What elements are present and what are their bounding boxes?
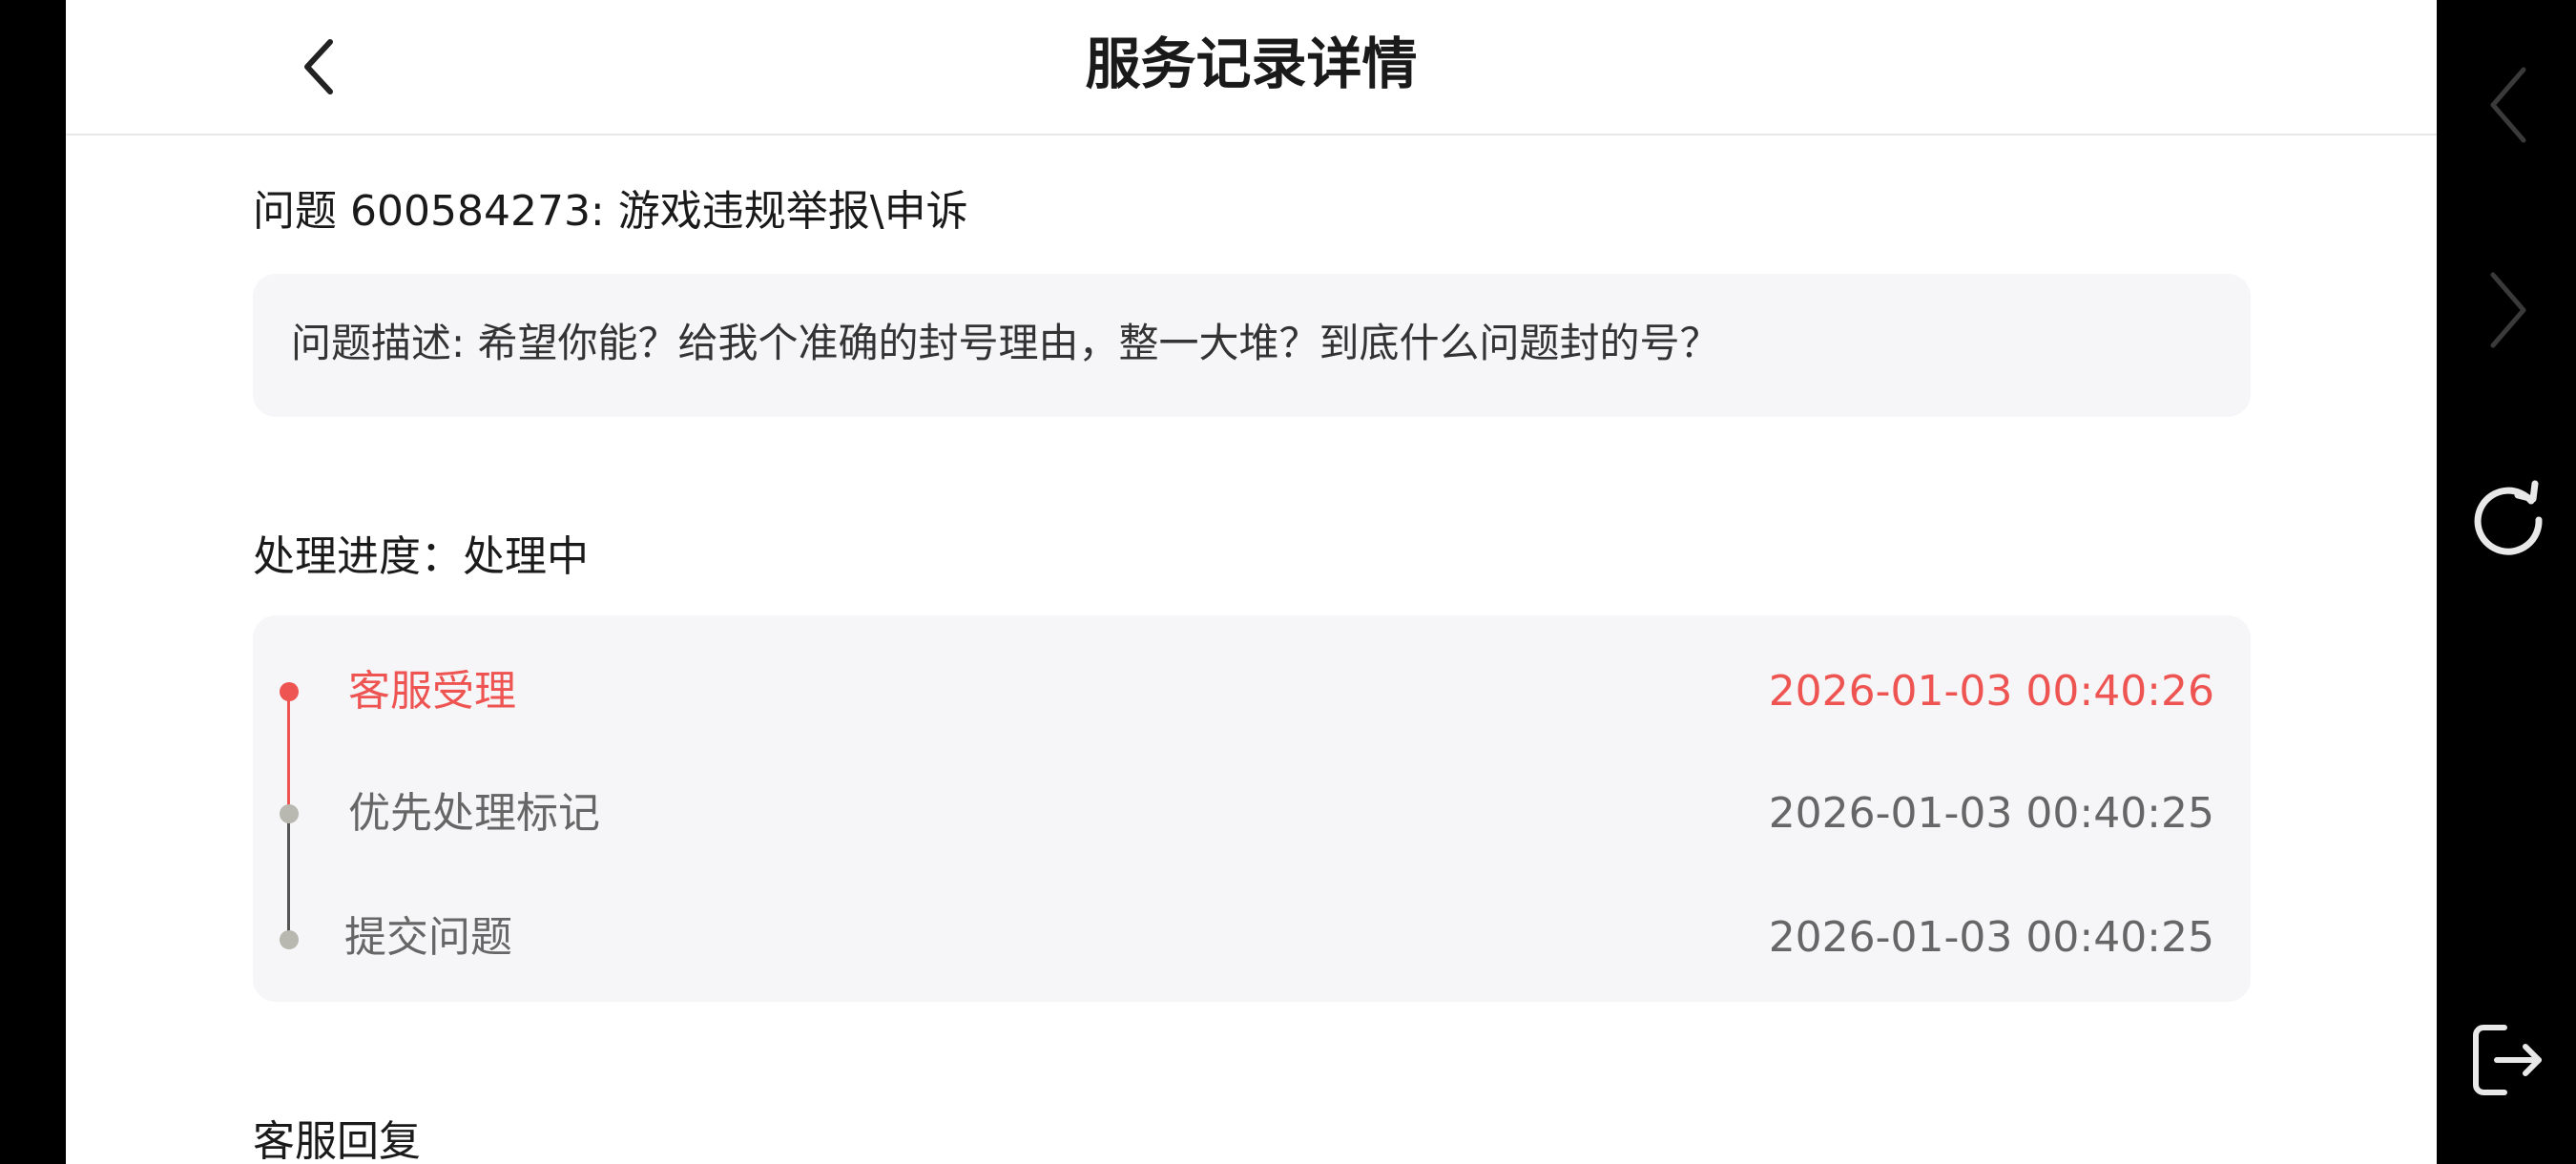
side-exit-button[interactable] — [2456, 1008, 2561, 1112]
side-forward-button[interactable] — [2456, 258, 2561, 363]
page-title: 服务记录详情 — [1085, 31, 1418, 96]
progress-timeline: 客服受理 2026-01-03 00:40:26 优先处理标记 2026-01-… — [253, 615, 2251, 1002]
timeline-step-time: 2026-01-03 00:40:25 — [1768, 789, 2214, 838]
header-bar: 服务记录详情 — [66, 0, 2437, 135]
timeline-dot-active — [280, 682, 299, 701]
side-refresh-button[interactable] — [2456, 466, 2561, 571]
problem-description: 问题描述: 希望你能？给我个准确的封号理由，整一大堆？到底什么问题封的号？ — [291, 320, 1720, 366]
main-panel: 服务记录详情 问题 600584273: 游戏违规举报\申诉 问题描述: 希望你… — [66, 0, 2437, 1164]
side-back-button[interactable] — [2456, 52, 2561, 157]
chevron-left-icon — [304, 39, 333, 94]
timeline-step-label: 客服受理 — [348, 667, 516, 716]
refresh-icon — [2474, 480, 2543, 555]
timeline-connector-active — [287, 692, 290, 814]
progress-heading: 处理进度：处理中 — [253, 532, 589, 581]
back-button[interactable] — [280, 29, 357, 105]
side-navigation-bar — [2437, 0, 2576, 1164]
exit-icon — [2473, 1025, 2542, 1095]
description-card: 问题描述: 希望你能？给我个准确的封号理由，整一大堆？到底什么问题封的号？ — [253, 274, 2251, 417]
timeline-step-label: 提交问题 — [344, 913, 512, 962]
problem-heading: 问题 600584273: 游戏违规举报\申诉 — [253, 187, 968, 236]
timeline-connector — [287, 814, 290, 940]
timeline-dot — [280, 804, 299, 823]
timeline-step-time: 2026-01-03 00:40:25 — [1768, 913, 2214, 962]
timeline-dot — [280, 930, 299, 949]
timeline-step-label: 优先处理标记 — [348, 789, 600, 838]
screen: 服务记录详情 问题 600584273: 游戏违规举报\申诉 问题描述: 希望你… — [0, 0, 2576, 1164]
timeline-step-time: 2026-01-03 00:40:26 — [1768, 667, 2214, 716]
left-edge-bar — [0, 0, 66, 1164]
chevron-right-icon — [2490, 272, 2526, 348]
reply-heading: 客服回复 — [253, 1117, 421, 1164]
chevron-left-icon — [2490, 67, 2526, 143]
